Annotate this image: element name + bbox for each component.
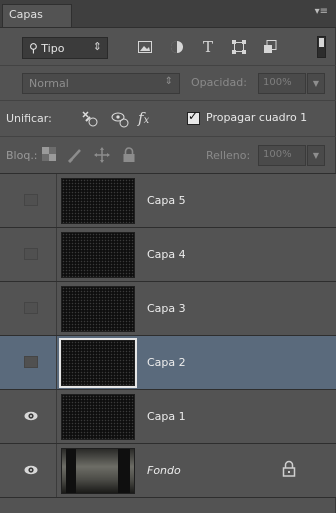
- lock-transparent-pixels-icon[interactable]: [42, 147, 58, 163]
- propagate-label: Propagar cuadro 1: [206, 111, 308, 124]
- layer-row-fondo[interactable]: Fondo: [0, 444, 336, 498]
- fill-input[interactable]: 100%: [258, 145, 306, 166]
- fill-label: Relleno:: [206, 149, 251, 162]
- layer-name[interactable]: Capa 5: [147, 194, 186, 207]
- thumbnail-selection-frame: [59, 338, 137, 388]
- visibility-toggle[interactable]: [24, 302, 38, 314]
- tab-capas[interactable]: Capas: [2, 4, 72, 27]
- eye-icon: [24, 411, 38, 421]
- fill-value: 100%: [263, 149, 292, 160]
- row-divider: [56, 390, 57, 443]
- layer-row-capa-3[interactable]: Capa 3: [0, 282, 336, 336]
- blend-mode-value: Normal: [29, 77, 69, 90]
- layers-panel: Capas ▾≡ ⚲ Tipo ⇕ T Normal ⇕ Opacidad: 1…: [0, 0, 336, 513]
- unify-position-icon[interactable]: [80, 109, 100, 129]
- chevron-down-icon: ▼: [312, 151, 320, 160]
- search-icon: ⚲: [29, 41, 38, 55]
- blend-mode-select[interactable]: Normal ⇕: [22, 73, 180, 94]
- type-filter-icon[interactable]: T: [199, 38, 217, 56]
- visibility-toggle[interactable]: [24, 356, 38, 368]
- lock-label: Bloq.:: [6, 149, 38, 162]
- layer-thumbnail-fondo: [61, 448, 135, 494]
- layer-name[interactable]: Capa 4: [147, 248, 186, 261]
- panel-tab-bar: Capas ▾≡: [0, 0, 336, 28]
- layer-name[interactable]: Capa 2: [147, 356, 186, 369]
- unify-style-icon[interactable]: fx: [138, 109, 158, 129]
- opacity-value: 100%: [263, 77, 292, 88]
- row-divider: [56, 174, 57, 227]
- updown-arrow-icon: ⇕: [92, 40, 102, 53]
- opacity-label: Opacidad:: [191, 76, 247, 89]
- row-divider: [56, 282, 57, 335]
- layer-name[interactable]: Capa 1: [147, 410, 186, 423]
- filter-toggle-switch[interactable]: [317, 36, 326, 58]
- thumbnail-tree: [66, 449, 76, 493]
- unify-label: Unificar:: [6, 112, 52, 125]
- filter-kind-select[interactable]: ⚲ Tipo ⇕: [22, 37, 108, 59]
- eye-icon: [24, 465, 38, 475]
- lock-icon: [282, 460, 296, 478]
- layer-name[interactable]: Capa 3: [147, 302, 186, 315]
- fill-dropdown-button[interactable]: ▼: [307, 145, 325, 166]
- unify-visibility-icon[interactable]: [110, 109, 130, 129]
- filter-kind-label: Tipo: [41, 42, 65, 55]
- panel-menu-icon[interactable]: ▾≡: [315, 6, 328, 17]
- thumbnail-tree: [118, 449, 130, 493]
- visibility-toggle[interactable]: [24, 248, 38, 260]
- image-filter-icon[interactable]: [136, 38, 154, 56]
- visibility-toggle[interactable]: [24, 410, 38, 422]
- lock-image-pixels-icon[interactable]: [67, 147, 84, 164]
- layer-row-capa-2[interactable]: Capa 2: [0, 336, 336, 390]
- adjustment-filter-icon[interactable]: [168, 38, 186, 56]
- filter-row: ⚲ Tipo ⇕ T: [0, 28, 336, 66]
- opacity-input[interactable]: 100%: [258, 73, 306, 94]
- blend-row: Normal ⇕ Opacidad: 100% ▼: [0, 66, 336, 101]
- layer-thumbnail: [61, 232, 135, 278]
- row-divider: [56, 228, 57, 281]
- layer-thumbnail: [61, 286, 135, 332]
- smart-object-filter-icon[interactable]: [262, 38, 280, 56]
- layer-row-capa-4[interactable]: Capa 4: [0, 228, 336, 282]
- lock-all-icon[interactable]: [122, 147, 138, 163]
- propagate-checkbox[interactable]: [187, 109, 200, 125]
- row-divider: [56, 336, 57, 389]
- layer-row-capa-5[interactable]: Capa 5: [0, 174, 336, 228]
- row-divider: [56, 444, 57, 497]
- layers-list: Capa 5 Capa 4 Capa 3 Capa 2 Capa 1 Fondo: [0, 174, 336, 498]
- lock-position-icon[interactable]: [94, 147, 110, 163]
- lock-row: Bloq.: Relleno: 100% ▼: [0, 137, 336, 174]
- updown-arrow-icon: ⇕: [164, 76, 173, 87]
- layer-thumbnail: [61, 394, 135, 440]
- visibility-toggle[interactable]: [24, 464, 38, 476]
- shape-filter-icon[interactable]: [230, 38, 248, 56]
- tab-label: Capas: [9, 8, 43, 21]
- unify-row: Unificar: fx Propagar cuadro 1: [0, 101, 336, 137]
- layer-name[interactable]: Fondo: [147, 464, 181, 477]
- layer-row-capa-1[interactable]: Capa 1: [0, 390, 336, 444]
- chevron-down-icon: ▼: [312, 79, 320, 88]
- opacity-dropdown-button[interactable]: ▼: [307, 73, 325, 94]
- visibility-toggle[interactable]: [24, 194, 38, 206]
- layer-thumbnail: [61, 178, 135, 224]
